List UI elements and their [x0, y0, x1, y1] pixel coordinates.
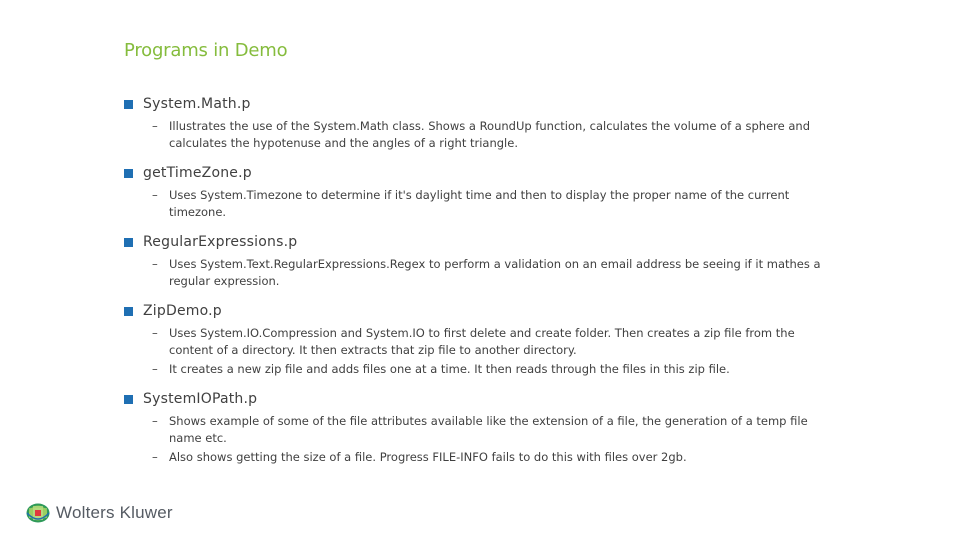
sub-item: – It creates a new zip file and adds fil…: [124, 361, 824, 378]
slide-title: Programs in Demo: [124, 40, 288, 61]
item-title: RegularExpressions.p: [143, 234, 298, 250]
dash-icon: –: [152, 414, 158, 428]
sub-item: – Uses System.IO.Compression and System.…: [124, 325, 824, 359]
square-bullet-icon: [124, 394, 133, 404]
item-title: getTimeZone.p: [143, 165, 252, 181]
list-item: getTimeZone.p – Uses System.Timezone to …: [124, 161, 824, 221]
dash-icon: –: [152, 119, 158, 133]
sub-item-text: Shows example of some of the file attrib…: [169, 414, 808, 445]
square-bullet-icon: [124, 99, 133, 109]
dash-icon: –: [152, 188, 158, 202]
dash-icon: –: [152, 257, 158, 271]
item-title: System.Math.p: [143, 96, 251, 112]
bullet-list: System.Math.p – Illustrates the use of t…: [124, 92, 824, 466]
list-item: ZipDemo.p – Uses System.IO.Compression a…: [124, 299, 824, 378]
sub-item-text: Illustrates the use of the System.Math c…: [169, 119, 811, 150]
list-item: SystemIOPath.p – Shows example of some o…: [124, 387, 824, 466]
sub-item-text: Also shows getting the size of a file. P…: [169, 450, 687, 464]
square-bullet-icon: [124, 168, 133, 178]
sub-item: – Uses System.Timezone to determine if i…: [124, 187, 824, 221]
sub-item: – Uses System.Text.RegularExpressions.Re…: [124, 256, 824, 290]
sub-item: – Illustrates the use of the System.Math…: [124, 118, 824, 152]
item-title: ZipDemo.p: [143, 303, 222, 319]
item-title: SystemIOPath.p: [143, 391, 258, 407]
logo-text: Wolters Kluwer: [56, 503, 173, 522]
dash-icon: –: [152, 326, 158, 340]
list-item: RegularExpressions.p – Uses System.Text.…: [124, 230, 824, 290]
dash-icon: –: [152, 362, 158, 376]
sub-item-text: Uses System.Timezone to determine if it'…: [169, 188, 790, 219]
square-bullet-icon: [124, 237, 133, 247]
list-item: System.Math.p – Illustrates the use of t…: [124, 92, 824, 152]
wolters-kluwer-globe-icon: [26, 503, 50, 523]
company-logo: Wolters Kluwer: [26, 503, 173, 523]
sub-item: – Also shows getting the size of a file.…: [124, 449, 824, 466]
dash-icon: –: [152, 450, 158, 464]
square-bullet-icon: [124, 306, 133, 316]
sub-item-text: Uses System.IO.Compression and System.IO…: [169, 326, 795, 357]
sub-item-text: Uses System.Text.RegularExpressions.Rege…: [169, 257, 821, 288]
sub-item: – Shows example of some of the file attr…: [124, 413, 824, 447]
sub-item-text: It creates a new zip file and adds files…: [169, 362, 730, 376]
